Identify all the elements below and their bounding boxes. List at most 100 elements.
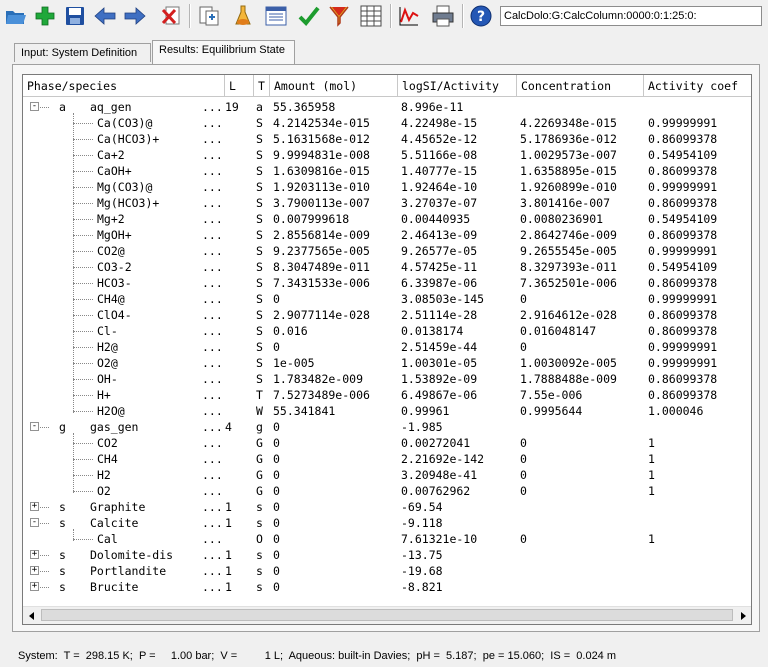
column-header-logsi-activity[interactable]: logSI/Activity xyxy=(398,75,517,97)
t-value: s xyxy=(256,580,263,594)
tree-species-row[interactable]: ClO4-... S 2.9077114e-028 2.51114e-28 2.9164… xyxy=(23,307,751,323)
tree-species-row[interactable]: H+... T 7.5273489e-006 6.49867e-06 7.55e-006… xyxy=(23,387,751,403)
expand-icon[interactable]: + xyxy=(30,550,39,559)
l-value xyxy=(225,483,249,499)
t-value: S xyxy=(256,164,263,178)
list-icon[interactable] xyxy=(263,3,289,29)
column-header-amount[interactable]: Amount (mol) xyxy=(270,75,398,97)
collapse-icon[interactable]: - xyxy=(30,518,39,527)
tree-group-row[interactable]: +sDolomite-dis...1s0-13.75 xyxy=(23,547,751,563)
activity-coef-value: 1 xyxy=(648,484,655,498)
chart-icon[interactable] xyxy=(396,3,422,29)
scrollbar-thumb[interactable] xyxy=(41,609,733,621)
table-icon[interactable] xyxy=(358,3,384,29)
tree-group-row[interactable]: -sCalcite...1s0-9.118 xyxy=(23,515,751,531)
tree-species-row[interactable]: CO3-2... S 8.3047489e-011 4.57425e-11 8.3297… xyxy=(23,259,751,275)
column-header-activity-coef[interactable]: Activity coef xyxy=(644,75,751,97)
concentration-value: 0 xyxy=(520,292,527,306)
l-value xyxy=(225,435,249,451)
results-tree[interactable]: Phase/species L T Amount (mol) logSI/Act… xyxy=(22,74,752,625)
tree-group-row[interactable]: +sBrucite...1s0-8.821 xyxy=(23,579,751,595)
print-icon[interactable] xyxy=(430,3,456,29)
amount-value: 1.6309816e-015 xyxy=(273,164,370,178)
tree-species-row[interactable]: H2O@... W 55.341841 0.99961 0.9995644 1.00004… xyxy=(23,403,751,419)
column-header-t[interactable]: T xyxy=(254,75,270,97)
tree-species-row[interactable]: Mg+2... S 0.007999618 0.00440935 0.008023690… xyxy=(23,211,751,227)
ellipsis-marker: ... xyxy=(202,276,220,290)
tree-species-row[interactable]: CO2...G00.0027204101 xyxy=(23,435,751,451)
tree-group-row[interactable]: -aaq_gen...19a55.3659588.996e-11 xyxy=(23,99,751,115)
t-value: S xyxy=(256,340,263,354)
tree-group-row[interactable]: -ggas_gen...4g0-1.985 xyxy=(23,419,751,435)
l-value xyxy=(225,227,249,243)
tree-species-row[interactable]: Cl-... S 0.016 0.0138174 0.016048147 0.860993… xyxy=(23,323,751,339)
phase-code: s xyxy=(59,564,66,578)
tree-species-row[interactable]: H2...G03.20948e-4101 xyxy=(23,467,751,483)
open-icon[interactable] xyxy=(3,3,29,29)
save-icon[interactable] xyxy=(62,3,88,29)
tree-species-row[interactable]: H2@...S02.51459e-4400.99999991 xyxy=(23,339,751,355)
tree-species-row[interactable]: O2@... S 1e-005 1.00301e-05 1.0030092e-005 0.… xyxy=(23,355,751,371)
column-header-phase-species[interactable]: Phase/species xyxy=(23,75,225,97)
concentration-value: 0 xyxy=(520,452,527,466)
expand-icon[interactable]: + xyxy=(30,582,39,591)
funnel-icon[interactable] xyxy=(326,3,352,29)
t-value: S xyxy=(256,292,263,306)
l-value: 19 xyxy=(225,100,239,114)
tree-species-row[interactable]: Ca(CO3)@... S 4.2142534e-015 4.22498e-15 4.2… xyxy=(23,115,751,131)
column-header-concentration[interactable]: Concentration xyxy=(517,75,644,97)
tree-group-row[interactable]: +sPortlandite...1s0-19.68 xyxy=(23,563,751,579)
tree-species-row[interactable]: CO2@... S 9.2377565e-005 9.26577e-05 9.26555… xyxy=(23,243,751,259)
tree-species-row[interactable]: CaOH+... S 1.6309816e-015 1.40777e-15 1.6358… xyxy=(23,163,751,179)
column-header-l[interactable]: L xyxy=(225,75,254,97)
t-value: s xyxy=(256,548,263,562)
horizontal-scrollbar[interactable] xyxy=(23,606,751,624)
tab-input-system-definition[interactable]: Input: System Definition xyxy=(14,43,151,62)
help-icon[interactable]: ? xyxy=(468,3,494,29)
tree-species-row[interactable]: O2...G00.0076296201 xyxy=(23,483,751,499)
concentration-value xyxy=(520,515,644,531)
tree-species-row[interactable]: Cal...O07.61321e-1001 xyxy=(23,531,751,547)
activity-coef-value xyxy=(648,419,748,435)
species-name: Ca(HCO3)+ xyxy=(97,132,160,146)
l-value: 1 xyxy=(225,580,232,594)
path-field[interactable]: CalcDolo:G:CalcColumn:0000:0:1:25:0: xyxy=(500,6,762,26)
logsi-activity-value: 0.00762962 xyxy=(401,484,471,498)
forward-arrow-icon[interactable] xyxy=(122,3,148,29)
collapse-icon[interactable]: - xyxy=(30,102,39,111)
tree-species-row[interactable]: Mg(HCO3)+... S 3.7900113e-007 3.27037e-07 3.… xyxy=(23,195,751,211)
expand-icon[interactable]: + xyxy=(30,502,39,511)
add-icon[interactable] xyxy=(32,3,58,29)
tree-species-row[interactable]: OH-... S 1.783482e-009 1.53892e-09 1.7888488… xyxy=(23,371,751,387)
tree-species-row[interactable]: Ca(HCO3)+... S 5.1631568e-012 4.45652e-12 5.… xyxy=(23,131,751,147)
t-value: T xyxy=(256,388,263,402)
concentration-value: 0.016048147 xyxy=(520,324,597,338)
amount-value: 0 xyxy=(273,532,280,546)
species-name: Cal xyxy=(97,532,118,546)
species-name: O2@ xyxy=(97,356,118,370)
collapse-icon[interactable]: - xyxy=(30,422,39,431)
tree-species-row[interactable]: CH4@...S03.08503e-14500.99999991 xyxy=(23,291,751,307)
check-icon[interactable] xyxy=(296,3,322,29)
phase-code: s xyxy=(59,500,66,514)
scroll-right-icon[interactable] xyxy=(734,607,751,624)
tab-results-equilibrium-state[interactable]: Results: Equilibrium State xyxy=(152,40,295,64)
phase-name: Graphite xyxy=(90,500,146,514)
species-name: Ca+2 xyxy=(97,148,125,162)
ellipsis-marker: ... xyxy=(202,116,220,130)
phase-name: Calcite xyxy=(90,516,139,530)
expand-icon[interactable]: + xyxy=(30,566,39,575)
tree-species-row[interactable]: Mg(CO3)@... S 1.9203113e-010 1.92464e-10 1.9… xyxy=(23,179,751,195)
back-arrow-icon[interactable] xyxy=(92,3,118,29)
export-icon[interactable] xyxy=(196,3,222,29)
delete-icon[interactable] xyxy=(158,3,184,29)
scroll-left-icon[interactable] xyxy=(23,607,40,624)
tree-species-row[interactable]: Ca+2... S 9.9994831e-008 5.51166e-08 1.00295… xyxy=(23,147,751,163)
tree-group-row[interactable]: +sGraphite...1s0-69.54 xyxy=(23,499,751,515)
tree-species-row[interactable]: HCO3-... S 7.3431533e-006 6.33987e-06 7.3652… xyxy=(23,275,751,291)
tree-species-row[interactable]: MgOH+... S 2.8556814e-009 2.46413e-09 2.8642… xyxy=(23,227,751,243)
tree-species-row[interactable]: CH4...G02.21692e-14201 xyxy=(23,451,751,467)
flask-icon[interactable] xyxy=(230,3,256,29)
ellipsis-marker: ... xyxy=(202,372,220,386)
logsi-activity-value: 0.00272041 xyxy=(401,436,471,450)
